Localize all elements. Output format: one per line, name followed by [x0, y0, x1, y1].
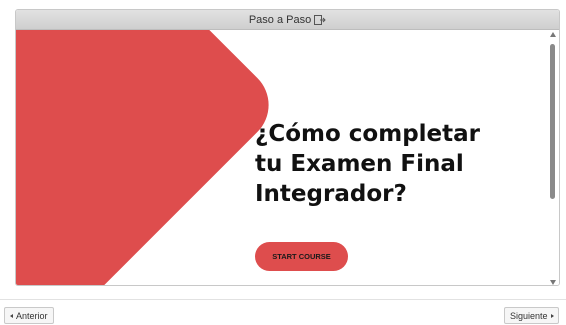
- course-viewer-frame: Paso a Paso ¿Cómo completar tu Examen Fi…: [15, 9, 560, 286]
- vertical-scrollbar[interactable]: [549, 32, 557, 285]
- headline-line-3: Integrador?: [255, 181, 407, 207]
- window-title: Paso a Paso: [248, 13, 312, 26]
- popout-icon[interactable]: [314, 14, 326, 25]
- slide-headline: ¿Cómo completar tu Examen Final Integrad…: [255, 119, 535, 209]
- headline-line-1: ¿Cómo completar: [255, 121, 481, 147]
- start-course-button[interactable]: START COURSE: [255, 242, 348, 271]
- previous-button-label: Anterior: [16, 310, 48, 321]
- title-bar: Paso a Paso: [16, 10, 559, 30]
- footer-divider: [0, 299, 566, 300]
- slide-content: ¿Cómo completar tu Examen Final Integrad…: [16, 30, 559, 285]
- previous-button[interactable]: Anterior: [4, 307, 54, 324]
- triangle-right-icon: [550, 313, 554, 318]
- scroll-down-arrow-icon[interactable]: [550, 280, 556, 285]
- scrollbar-thumb[interactable]: [550, 44, 555, 199]
- next-button[interactable]: Siguiente: [504, 307, 559, 324]
- decorative-red-shape: [16, 30, 285, 285]
- triangle-left-icon: [10, 313, 13, 318]
- scroll-up-arrow-icon[interactable]: [550, 32, 556, 37]
- headline-line-2: tu Examen Final: [255, 151, 464, 177]
- next-button-label: Siguiente: [510, 310, 548, 321]
